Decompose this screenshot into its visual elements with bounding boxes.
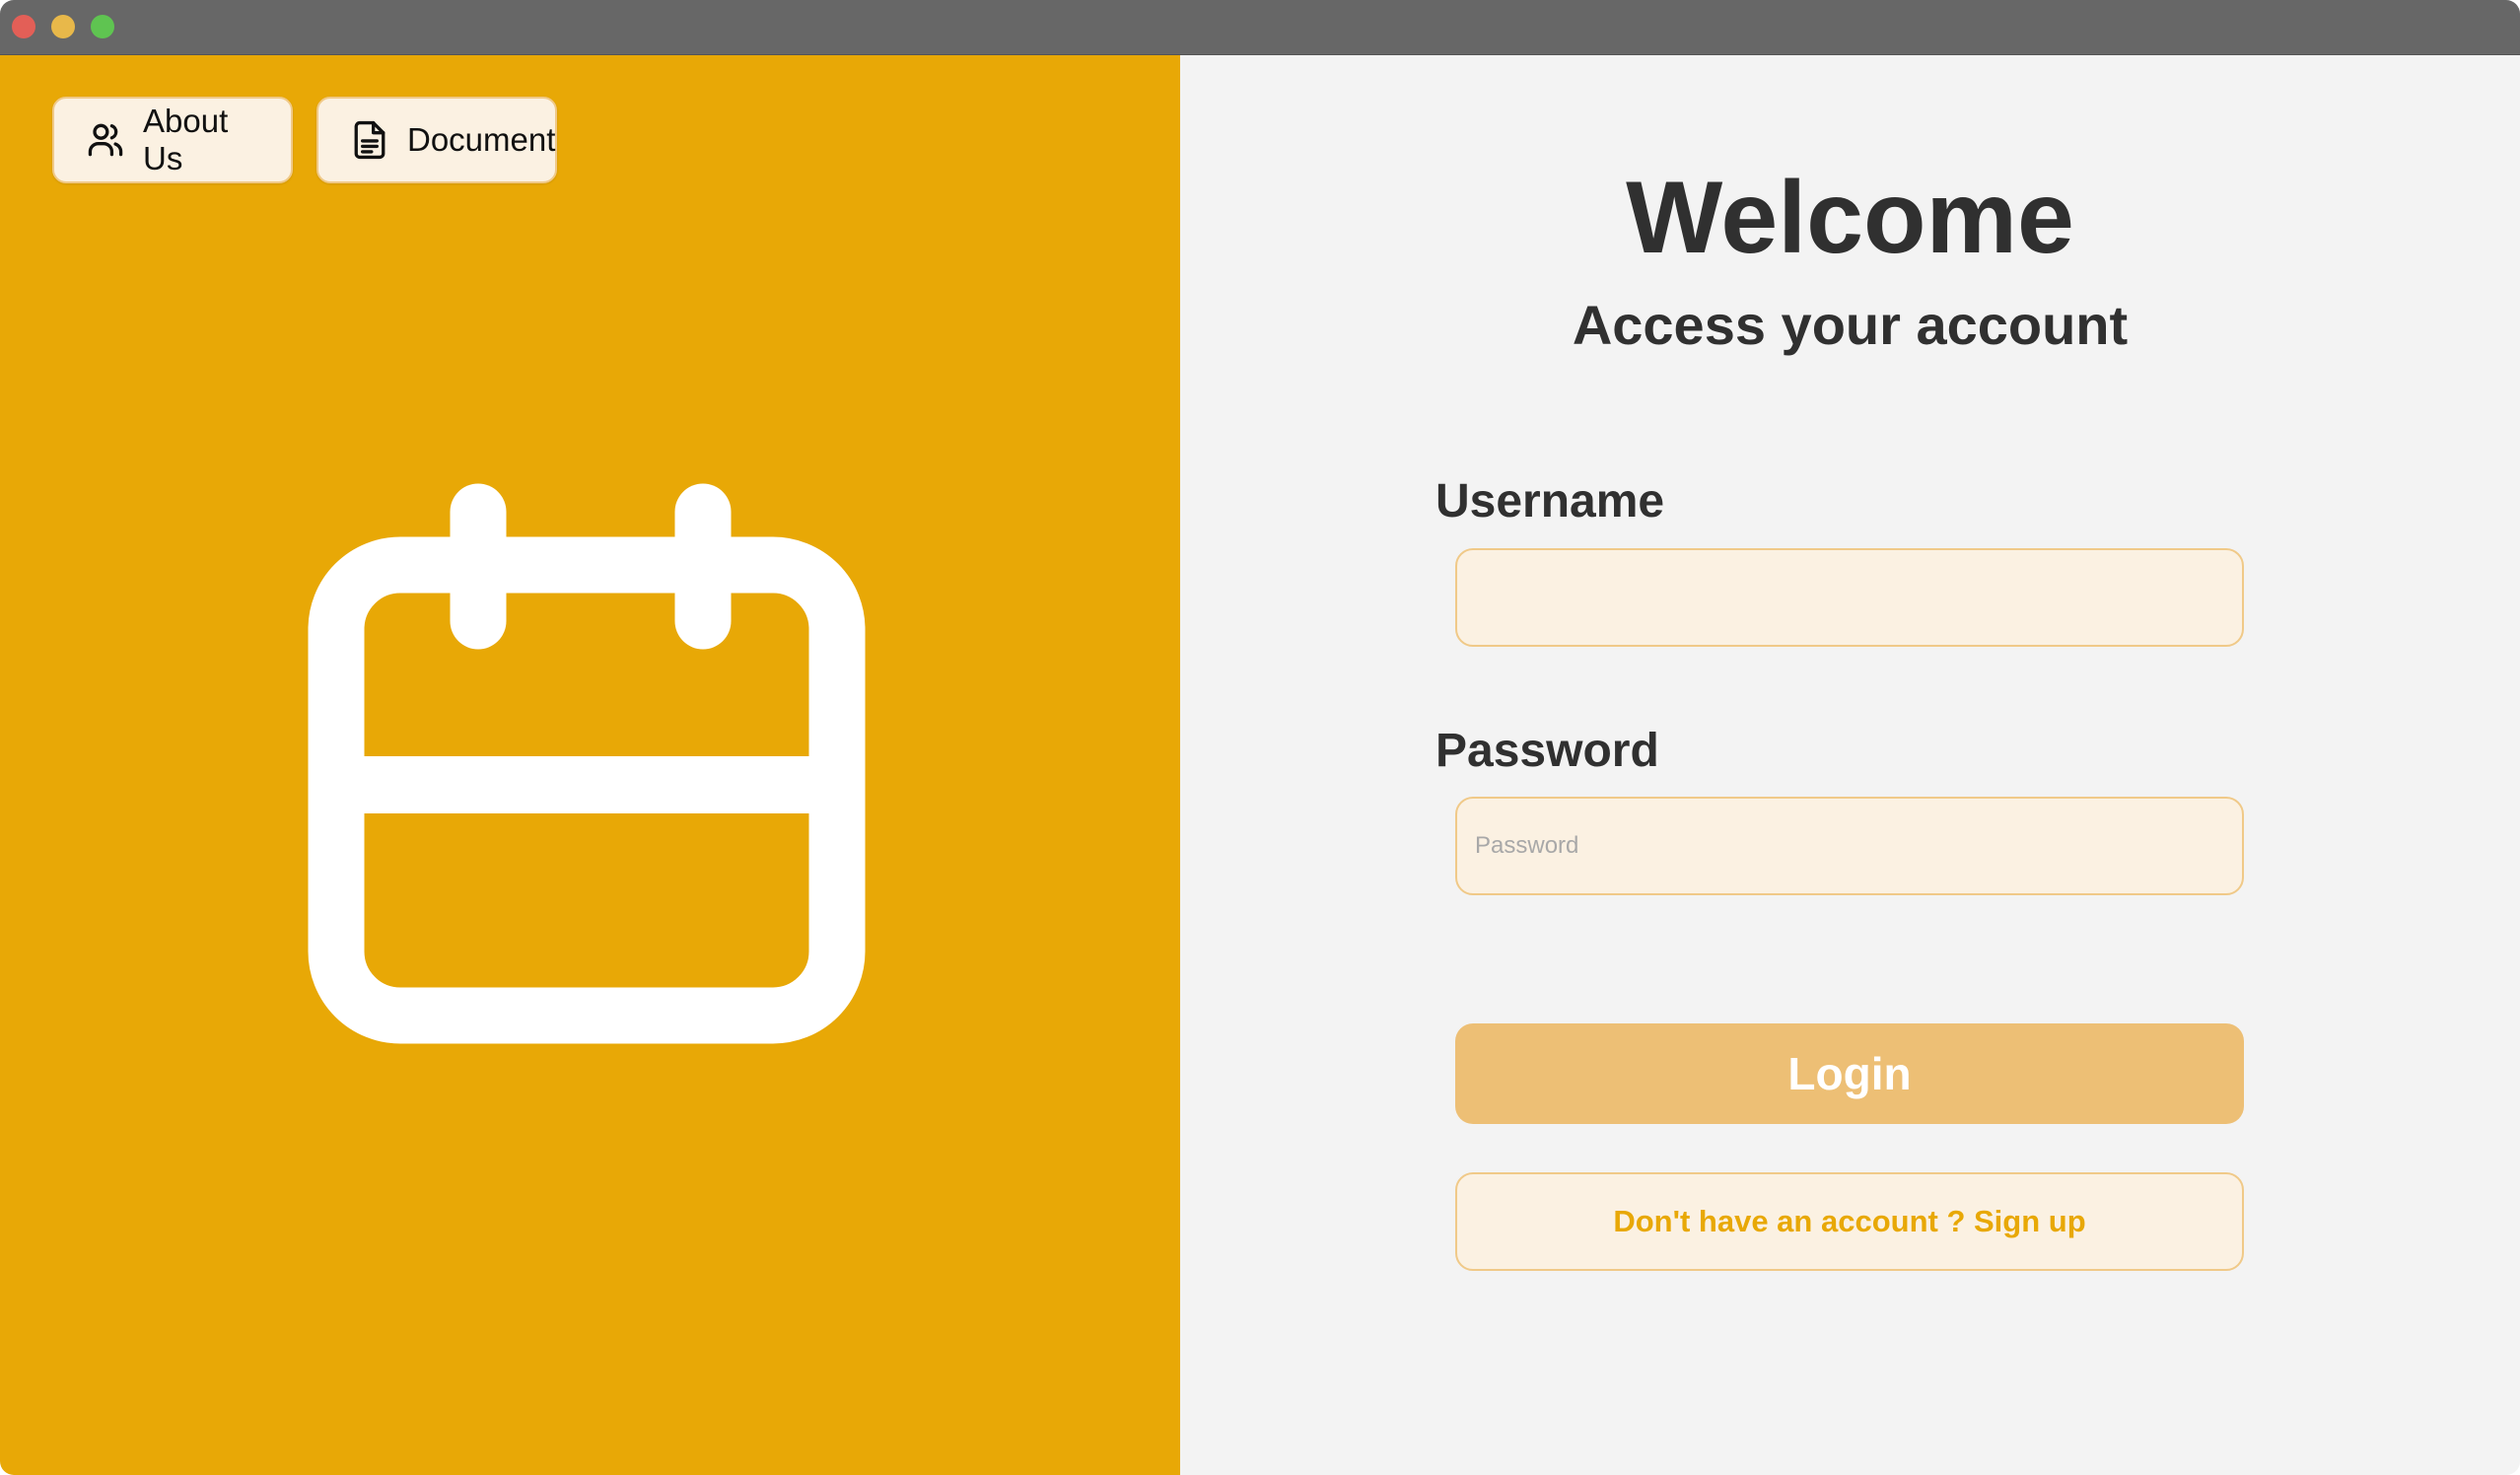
minimize-window-button[interactable]: [51, 15, 75, 38]
about-us-button[interactable]: About Us: [52, 97, 293, 183]
document-button[interactable]: Document: [316, 97, 557, 183]
username-input[interactable]: [1455, 548, 2244, 647]
welcome-title: Welcome: [1626, 161, 2074, 275]
username-label: Username: [1435, 475, 1665, 527]
brand-panel: About Us Document: [0, 55, 1180, 1475]
calendar-icon: [308, 483, 866, 1044]
login-subtitle: Access your account: [1572, 294, 2129, 356]
password-input[interactable]: [1455, 797, 2244, 895]
document-label: Document: [407, 121, 556, 158]
zoom-window-button[interactable]: [91, 15, 114, 38]
signup-button[interactable]: Don't have an account ? Sign up: [1455, 1172, 2244, 1271]
about-us-label: About Us: [143, 103, 229, 176]
app-window: About Us Document Welcome Access your ac…: [0, 0, 2520, 1475]
window-titlebar: [0, 0, 2520, 55]
users-icon: [88, 123, 123, 157]
login-panel: Welcome Access your account Username Pas…: [1180, 55, 2520, 1475]
document-icon: [354, 120, 385, 160]
password-label: Password: [1435, 725, 1659, 777]
close-window-button[interactable]: [12, 15, 35, 38]
login-button[interactable]: Login: [1455, 1023, 2244, 1124]
